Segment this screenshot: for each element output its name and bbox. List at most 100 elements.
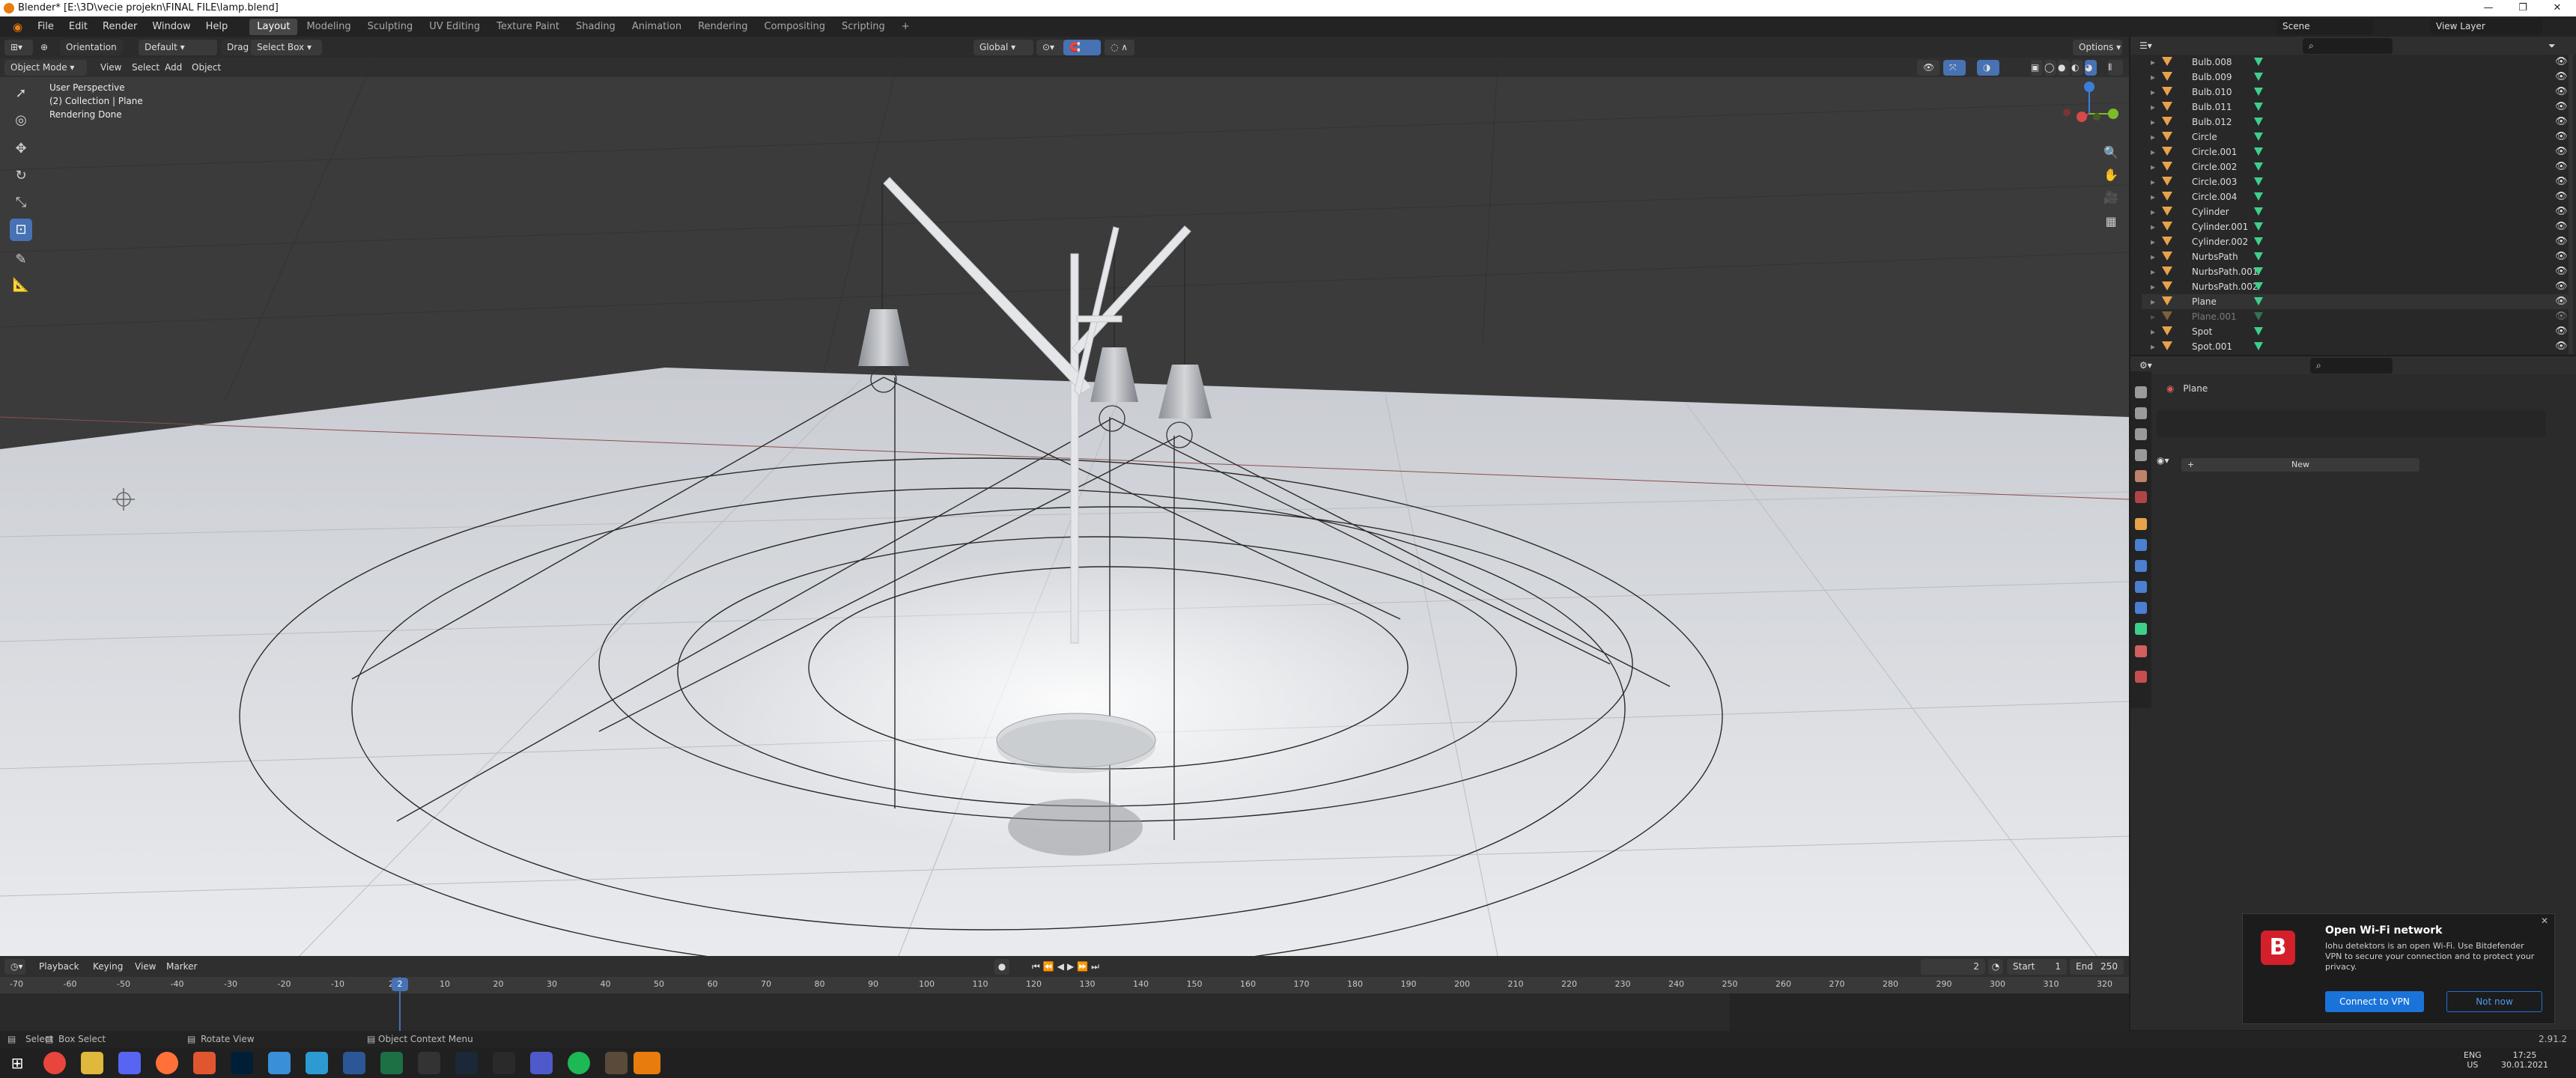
epic-games-icon[interactable] bbox=[493, 1052, 515, 1074]
object-tab-icon[interactable] bbox=[2135, 518, 2147, 530]
properties-search-input[interactable]: ⌕ bbox=[2310, 358, 2393, 374]
blender-taskbar-icon[interactable] bbox=[605, 1052, 628, 1074]
playback-controls[interactable]: ⏮⏪◀▶⏩⏭ bbox=[1026, 959, 1110, 975]
visibility-eye-icon[interactable]: 👁 bbox=[2555, 249, 2568, 264]
expand-arrow-icon[interactable]: ▸ bbox=[2151, 100, 2155, 115]
timeline-editor-icon[interactable]: ◷▾ bbox=[4, 959, 25, 975]
outliner-row[interactable]: ▸ NurbsPath 👁 bbox=[2142, 249, 2569, 264]
move-tool-icon[interactable]: ✥ bbox=[10, 138, 32, 160]
timeline-ruler[interactable]: -70-60-50-40-30-20-102102030405060708090… bbox=[0, 977, 2129, 993]
menu-file[interactable]: File bbox=[31, 18, 61, 36]
measure-tool-icon[interactable]: 📐 bbox=[10, 274, 32, 296]
pivot-icon[interactable]: ⊙▾ bbox=[1036, 40, 1066, 55]
connect-vpn-button[interactable]: Connect to VPN bbox=[2325, 991, 2424, 1012]
blender-menu-icon[interactable]: ◉ bbox=[6, 18, 29, 36]
editor-type-icon[interactable]: ⊞▾ bbox=[4, 40, 33, 55]
rotate-tool-icon[interactable]: ↻ bbox=[10, 165, 32, 187]
particles-tab-icon[interactable] bbox=[2135, 560, 2147, 572]
visibility-eye-icon[interactable]: 👁 bbox=[2555, 115, 2568, 130]
expand-arrow-icon[interactable]: ▸ bbox=[2151, 144, 2155, 159]
windows-start-icon[interactable]: ⊞ bbox=[6, 1052, 28, 1074]
tab-uv-editing[interactable]: UV Editing bbox=[422, 19, 487, 35]
tab-rendering[interactable]: Rendering bbox=[690, 19, 755, 35]
xray-icon[interactable]: ▣ bbox=[2031, 60, 2043, 76]
output-tab-icon[interactable] bbox=[2135, 428, 2147, 440]
orientation-dropdown[interactable]: Default ▾ bbox=[139, 40, 217, 55]
outliner-row[interactable]: ▸ Plane.001 👁 bbox=[2142, 309, 2569, 324]
menu-add[interactable]: Add bbox=[159, 60, 188, 76]
outliner-row[interactable]: ▸ NurbsPath.001 👁 bbox=[2142, 264, 2569, 279]
not-now-button[interactable]: Not now bbox=[2446, 991, 2542, 1012]
tool-tab-icon[interactable] bbox=[2135, 386, 2147, 398]
visibility-eye-icon[interactable]: 👁 bbox=[2555, 219, 2568, 234]
add-workspace-button[interactable]: + bbox=[894, 19, 917, 35]
outliner-row[interactable]: ▸ Plane 👁 bbox=[2142, 294, 2569, 309]
visibility-eye-icon[interactable]: 👁 bbox=[2555, 279, 2568, 294]
visibility-eye-icon[interactable]: 👁 bbox=[2555, 55, 2568, 70]
visibility-eye-icon[interactable]: 👁 bbox=[2555, 70, 2568, 85]
expand-arrow-icon[interactable]: ▸ bbox=[2151, 115, 2155, 130]
outliner-row[interactable]: ▸ Spot 👁 bbox=[2142, 324, 2569, 339]
expand-arrow-icon[interactable]: ▸ bbox=[2151, 70, 2155, 85]
app-icon-3[interactable] bbox=[306, 1052, 328, 1074]
timeline-menu-keying[interactable]: Keying bbox=[87, 959, 129, 975]
menu-edit[interactable]: Edit bbox=[62, 18, 94, 36]
timeline-menu-marker[interactable]: Marker bbox=[160, 959, 203, 975]
visibility-eye-icon[interactable]: 👁 bbox=[2555, 159, 2568, 174]
pan-hand-icon[interactable]: ✋ bbox=[2100, 165, 2121, 186]
drag-dropdown[interactable]: Select Box ▾ bbox=[251, 40, 322, 55]
outliner-filter-icon[interactable]: ⏷ bbox=[2542, 38, 2566, 54]
file-explorer-icon[interactable] bbox=[81, 1052, 103, 1074]
expand-arrow-icon[interactable]: ▸ bbox=[2151, 234, 2155, 249]
zoom-icon[interactable]: 🔍 bbox=[2100, 142, 2121, 163]
world-tab-icon[interactable] bbox=[2135, 491, 2147, 503]
outliner-row[interactable]: ▸ Bulb.012 👁 bbox=[2142, 115, 2569, 130]
gizmo-toggle-icon[interactable]: ⤧ bbox=[1943, 60, 1966, 76]
expand-arrow-icon[interactable]: ▸ bbox=[2151, 324, 2155, 339]
expand-arrow-icon[interactable]: ▸ bbox=[2151, 294, 2155, 309]
cursor-tool-icon[interactable]: ◎ bbox=[10, 109, 32, 132]
overlay-toggle-icon[interactable]: ◑ bbox=[1977, 60, 1999, 76]
material-shading-icon[interactable]: ◐ bbox=[2071, 60, 2083, 76]
scene-selector[interactable]: Scene bbox=[2276, 19, 2374, 34]
snap-icon[interactable]: 🧲 bbox=[1063, 40, 1101, 55]
playhead-frame[interactable]: 2 bbox=[392, 978, 408, 991]
tab-layout[interactable]: Layout bbox=[249, 18, 298, 35]
excel-icon[interactable] bbox=[380, 1052, 403, 1074]
new-material-button[interactable]: + New bbox=[2181, 458, 2419, 472]
outliner-scrollbar[interactable] bbox=[2569, 55, 2573, 354]
menu-object[interactable]: Object bbox=[186, 60, 227, 76]
timeline-body[interactable] bbox=[0, 993, 2129, 1031]
visibility-eye-icon[interactable]: 👁 bbox=[2555, 234, 2568, 249]
menu-help[interactable]: Help bbox=[199, 18, 235, 36]
clock-icon[interactable]: ◔ bbox=[1988, 959, 2003, 975]
visibility-eye-icon[interactable]: 👁 bbox=[2555, 294, 2568, 309]
discord-icon[interactable] bbox=[118, 1052, 141, 1074]
notification-close-icon[interactable]: ✕ bbox=[2541, 916, 2548, 926]
visibility-eye-icon[interactable]: 👁 bbox=[2555, 130, 2568, 144]
sidebar-toggle-icon[interactable]: ⦀ bbox=[2108, 60, 2123, 76]
visibility-eye-icon[interactable]: 👁 bbox=[2555, 100, 2568, 115]
material-tab-icon[interactable] bbox=[2135, 645, 2147, 657]
input-language[interactable]: ENG US bbox=[2464, 1050, 2482, 1070]
physics-tab-icon[interactable] bbox=[2135, 581, 2147, 593]
visibility-eye-icon[interactable]: 👁 bbox=[2555, 189, 2568, 204]
outliner-row[interactable]: ▸ Bulb.010 👁 bbox=[2142, 85, 2569, 100]
clock[interactable]: 17:25 30.01.2021 bbox=[2501, 1050, 2548, 1070]
start-frame-field[interactable]: Start 1 bbox=[2007, 959, 2067, 975]
outliner-row[interactable]: ▸ Cylinder.001 👁 bbox=[2142, 219, 2569, 234]
mode-dropdown[interactable]: Object Mode ▾ bbox=[4, 60, 87, 76]
tab-shading[interactable]: Shading bbox=[568, 19, 623, 35]
expand-arrow-icon[interactable]: ▸ bbox=[2151, 55, 2155, 70]
menu-view[interactable]: View bbox=[94, 60, 127, 76]
material-slot-list[interactable] bbox=[2157, 410, 2546, 437]
annotate-tool-icon[interactable]: ✎ bbox=[10, 249, 32, 271]
expand-arrow-icon[interactable]: ▸ bbox=[2151, 249, 2155, 264]
timeline-menu-view[interactable]: View bbox=[129, 959, 162, 975]
end-frame-field[interactable]: End 250 bbox=[2070, 959, 2124, 975]
teams-icon[interactable] bbox=[530, 1052, 553, 1074]
chrome-icon[interactable] bbox=[43, 1052, 66, 1074]
wireframe-shading-icon[interactable]: ◯ bbox=[2044, 60, 2056, 76]
perspective-toggle-icon[interactable]: ▦ bbox=[2100, 211, 2121, 232]
solid-shading-icon[interactable]: ● bbox=[2058, 60, 2070, 76]
